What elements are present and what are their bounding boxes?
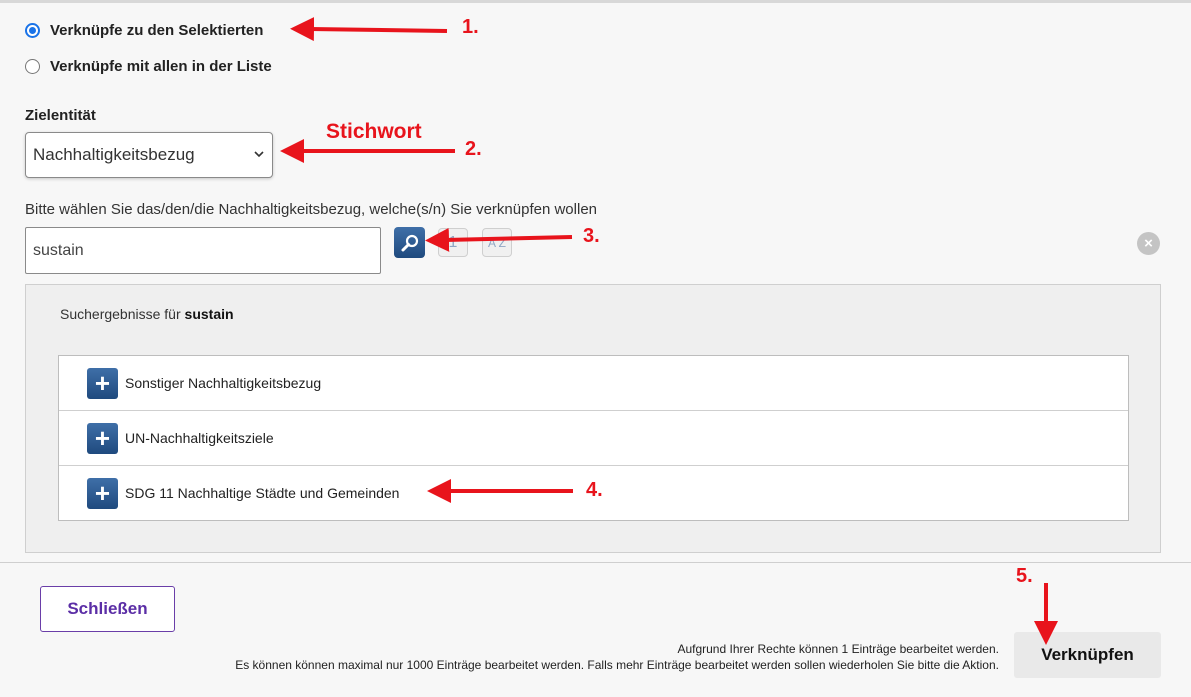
target-entity-value: Nachhaltigkeitsbezug — [33, 145, 195, 164]
annotation-step-2: 2. — [465, 138, 482, 160]
result-label: UN-Nachhaltigkeitsziele — [125, 430, 274, 446]
radio-link-all[interactable]: Verknüpfe mit allen in der Liste — [25, 58, 272, 75]
target-entity-label: Zielentität — [25, 107, 96, 124]
results-heading-term: sustain — [184, 306, 234, 322]
radio-link-selected[interactable]: Verknüpfe zu den Selektierten — [25, 22, 263, 39]
target-entity-select[interactable]: Nachhaltigkeitsbezug — [25, 132, 273, 178]
close-button[interactable]: Schließen — [40, 586, 175, 632]
sort-alpha-icon: A Z — [487, 235, 506, 250]
result-label: Sonstiger Nachhaltigkeitsbezug — [125, 375, 322, 391]
radio-button-checked[interactable] — [25, 23, 40, 38]
sort-numeric-icon: 1 — [448, 233, 458, 251]
dialog-footer — [0, 562, 1191, 697]
magnifier-icon — [401, 234, 418, 251]
plus-icon[interactable]: + — [87, 367, 118, 399]
radio-label: Verknüpfe mit allen in der Liste — [50, 58, 272, 75]
search-input[interactable]: sustain — [25, 227, 381, 274]
annotation-step-5: 5. — [1016, 565, 1033, 587]
link-button[interactable]: Verknüpfen — [1014, 632, 1161, 678]
search-hint: Bitte wählen Sie das/den/die Nachhaltigk… — [25, 201, 597, 218]
annotation-step-1: 1. — [462, 16, 479, 38]
search-button[interactable] — [394, 227, 425, 258]
list-item: + UN-Nachhaltigkeitsziele — [59, 411, 1128, 466]
results-heading: Suchergebnisse für sustain — [60, 306, 234, 322]
chevron-down-icon — [254, 151, 264, 158]
annotation-step-4: 4. — [586, 479, 603, 501]
sort-numeric-button[interactable]: 1 — [438, 228, 468, 257]
plus-icon[interactable]: + — [87, 422, 118, 454]
plus-icon[interactable]: + — [87, 477, 118, 509]
annotation-step-3: 3. — [583, 225, 600, 247]
sort-alpha-button[interactable]: A Z — [482, 228, 512, 257]
rights-info-line2: Es können können maximal nur 1000 Einträ… — [235, 658, 999, 672]
search-input-value: sustain — [33, 241, 84, 259]
radio-label: Verknüpfe zu den Selektierten — [50, 22, 264, 39]
clear-icon[interactable]: × — [1137, 232, 1160, 255]
list-item: + Sonstiger Nachhaltigkeitsbezug — [59, 356, 1128, 411]
annotation-keyword: Stichwort — [326, 120, 422, 143]
results-heading-prefix: Suchergebnisse für — [60, 306, 181, 322]
result-label: SDG 11 Nachhaltige Städte und Gemeinden — [125, 485, 400, 501]
link-dialog-panel: Verknüpfe zu den Selektierten Verknüpfe … — [0, 0, 1191, 562]
radio-button-unchecked[interactable] — [25, 59, 40, 74]
search-results-panel: Suchergebnisse für sustain + Sonstiger N… — [25, 284, 1161, 553]
rights-info-line1: Aufgrund Ihrer Rechte können 1 Einträge … — [677, 642, 999, 656]
rights-info: Aufgrund Ihrer Rechte können 1 Einträge … — [235, 641, 999, 673]
